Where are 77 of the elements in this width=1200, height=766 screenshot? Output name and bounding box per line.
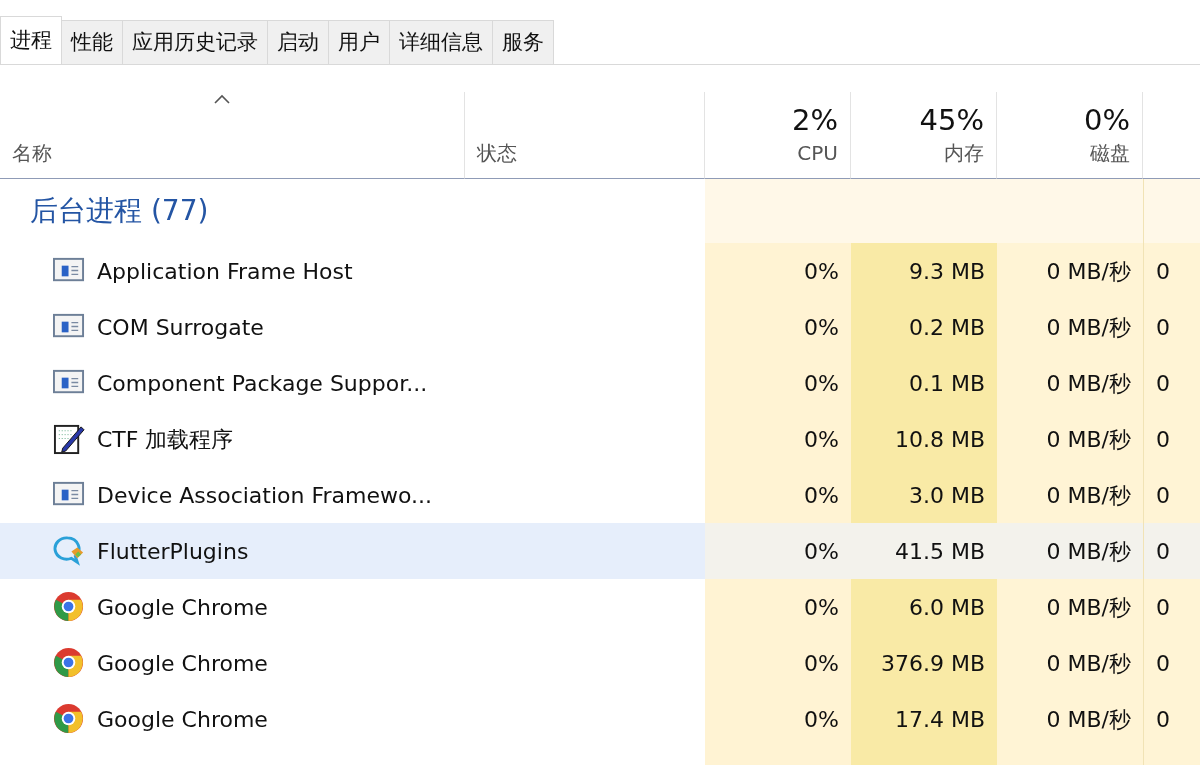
disk-usage: 0 MB/秒 bbox=[1046, 425, 1131, 454]
memory-usage: 0.1 MB bbox=[908, 369, 985, 398]
disk-usage: 0 MB/秒 bbox=[1046, 313, 1131, 342]
disk-usage: 0 MB/秒 bbox=[1046, 593, 1131, 622]
tab[interactable]: 应用历史记录 bbox=[122, 20, 268, 64]
table-cell-text: 0 bbox=[1156, 705, 1170, 734]
tab[interactable]: 用户 bbox=[328, 20, 390, 64]
memory-usage: 376.9 MB bbox=[880, 649, 985, 678]
browser-icon bbox=[53, 591, 85, 623]
browser-icon bbox=[53, 703, 85, 735]
memory-usage: 9.3 MB bbox=[908, 257, 985, 286]
disk-usage: 0 MB/秒 bbox=[1046, 649, 1131, 678]
tab[interactable]: 服务 bbox=[492, 20, 554, 64]
tab[interactable]: 详细信息 bbox=[389, 20, 493, 64]
column-usage: 0% bbox=[1084, 103, 1130, 138]
process-row[interactable]: Google Chrome bbox=[0, 635, 465, 691]
table-cell-text: 0 bbox=[1156, 257, 1170, 286]
memory-usage: 41.5 MB bbox=[894, 537, 985, 566]
header-cell[interactable]: 状态 bbox=[465, 92, 705, 179]
process-row[interactable]: Application Frame Host bbox=[0, 243, 465, 299]
group-title[interactable]: 后台进程 (77) bbox=[12, 190, 209, 232]
browser-icon bbox=[53, 647, 85, 679]
table-cell-text: 0 bbox=[1156, 649, 1170, 678]
cpu-usage: 0% bbox=[804, 313, 839, 342]
cpu-usage: 0% bbox=[804, 425, 839, 454]
process-name: Google Chrome bbox=[97, 593, 268, 622]
table-cell-text: 0 bbox=[1156, 593, 1170, 622]
column-header[interactable]: 状态 bbox=[477, 138, 692, 168]
cpu-usage: 0% bbox=[804, 257, 839, 286]
chat-bubble-icon bbox=[53, 535, 85, 567]
table-cell-text: 0 bbox=[1156, 537, 1170, 566]
process-row[interactable]: Google Chrome bbox=[0, 579, 465, 635]
process-name: FlutterPlugins bbox=[97, 537, 249, 566]
notepad-pen-icon bbox=[53, 423, 85, 455]
process-name: CTF 加载程序 bbox=[97, 425, 234, 454]
disk-usage: 0 MB/秒 bbox=[1046, 369, 1131, 398]
disk-usage: 0 MB/秒 bbox=[1046, 481, 1131, 510]
column-usage: 2% bbox=[792, 103, 838, 138]
tab[interactable]: 性能 bbox=[61, 20, 123, 64]
tab[interactable]: 启动 bbox=[267, 20, 329, 64]
process-name: COM Surrogate bbox=[97, 313, 264, 342]
cpu-usage: 0% bbox=[804, 369, 839, 398]
table-cell-text: 0 bbox=[1156, 425, 1170, 454]
process-row[interactable]: Google Chrome bbox=[0, 691, 465, 747]
column-header[interactable]: CPU bbox=[797, 138, 838, 168]
column-usage: 45% bbox=[919, 103, 984, 138]
process-row[interactable]: Device Association Framewo... bbox=[0, 467, 465, 523]
disk-usage: 0 MB/秒 bbox=[1046, 537, 1131, 566]
process-row[interactable]: FlutterPlugins bbox=[0, 523, 465, 579]
process-row[interactable]: CTF 加载程序 bbox=[0, 411, 465, 467]
disk-usage: 0 MB/秒 bbox=[1046, 705, 1131, 734]
memory-usage: 3.0 MB bbox=[908, 481, 985, 510]
memory-usage: 0.2 MB bbox=[908, 313, 985, 342]
tab[interactable]: 进程 bbox=[0, 16, 62, 64]
memory-usage: 6.0 MB bbox=[908, 593, 985, 622]
process-row[interactable]: Component Package Suppor... bbox=[0, 355, 465, 411]
process-name: Component Package Suppor... bbox=[97, 369, 428, 398]
memory-usage: 10.8 MB bbox=[894, 425, 985, 454]
table-cell-text: 0 bbox=[1156, 313, 1170, 342]
column-header[interactable]: 名称 bbox=[12, 138, 452, 168]
process-name: Google Chrome bbox=[97, 705, 268, 734]
table-cell-text: 0 bbox=[1156, 481, 1170, 510]
cpu-usage: 0% bbox=[804, 481, 839, 510]
column-header[interactable]: 磁盘 bbox=[1090, 138, 1130, 168]
column-header[interactable]: 内存 bbox=[944, 138, 984, 168]
cpu-usage: 0% bbox=[804, 593, 839, 622]
memory-usage: 17.4 MB bbox=[894, 705, 985, 734]
header-cell[interactable]: 名称 bbox=[0, 92, 465, 179]
disk-usage: 0 MB/秒 bbox=[1046, 257, 1131, 286]
process-row[interactable]: COM Surrogate bbox=[0, 299, 465, 355]
table-cell-text: 0 bbox=[1156, 369, 1170, 398]
cpu-usage: 0% bbox=[804, 649, 839, 678]
process-name: Device Association Framewo... bbox=[97, 481, 433, 510]
process-name: Google Chrome bbox=[97, 649, 268, 678]
cpu-usage: 0% bbox=[804, 537, 839, 566]
cpu-usage: 0% bbox=[804, 705, 839, 734]
process-name: Application Frame Host bbox=[97, 257, 353, 286]
